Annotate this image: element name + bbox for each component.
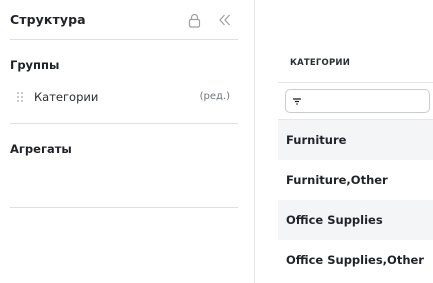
panel-title: Структура	[10, 12, 86, 27]
table-row[interactable]: Furniture,Other	[278, 160, 433, 200]
header-divider	[10, 39, 238, 40]
edit-link[interactable]: (ред.)	[200, 91, 230, 102]
group-item-label: Категории	[34, 90, 99, 104]
filter-icon	[293, 98, 301, 105]
panel-separator	[254, 0, 255, 283]
drag-handle-icon[interactable]	[16, 91, 24, 103]
filter-field[interactable]	[285, 89, 430, 113]
column-header[interactable]: КАТЕГОРИИ	[290, 58, 350, 68]
groups-divider	[10, 123, 238, 124]
structure-panel: Структура Группы Категории (ред.) Агрега…	[0, 0, 254, 283]
aggregates-divider	[10, 207, 238, 208]
aggregates-section-title: Агрегаты	[10, 142, 72, 156]
table-row[interactable]: Office Supplies	[278, 200, 433, 240]
row-label: Furniture,Other	[286, 173, 388, 187]
row-label: Office Supplies,Other	[286, 253, 424, 267]
table-row[interactable]: Furniture	[278, 120, 433, 160]
row-label: Office Supplies	[286, 213, 383, 227]
column-header-divider	[278, 82, 433, 83]
collapse-left-icon[interactable]	[218, 13, 232, 27]
row-label: Furniture	[286, 133, 347, 147]
app-root: Структура Группы Категории (ред.) Агрега…	[0, 0, 433, 283]
groups-section-title: Группы	[10, 58, 60, 72]
group-item-categories[interactable]: Категории (ред.)	[16, 88, 234, 106]
table-row[interactable]: Office Supplies,Other	[278, 240, 433, 280]
lock-icon[interactable]	[188, 13, 201, 28]
filter-input[interactable]	[306, 92, 426, 110]
